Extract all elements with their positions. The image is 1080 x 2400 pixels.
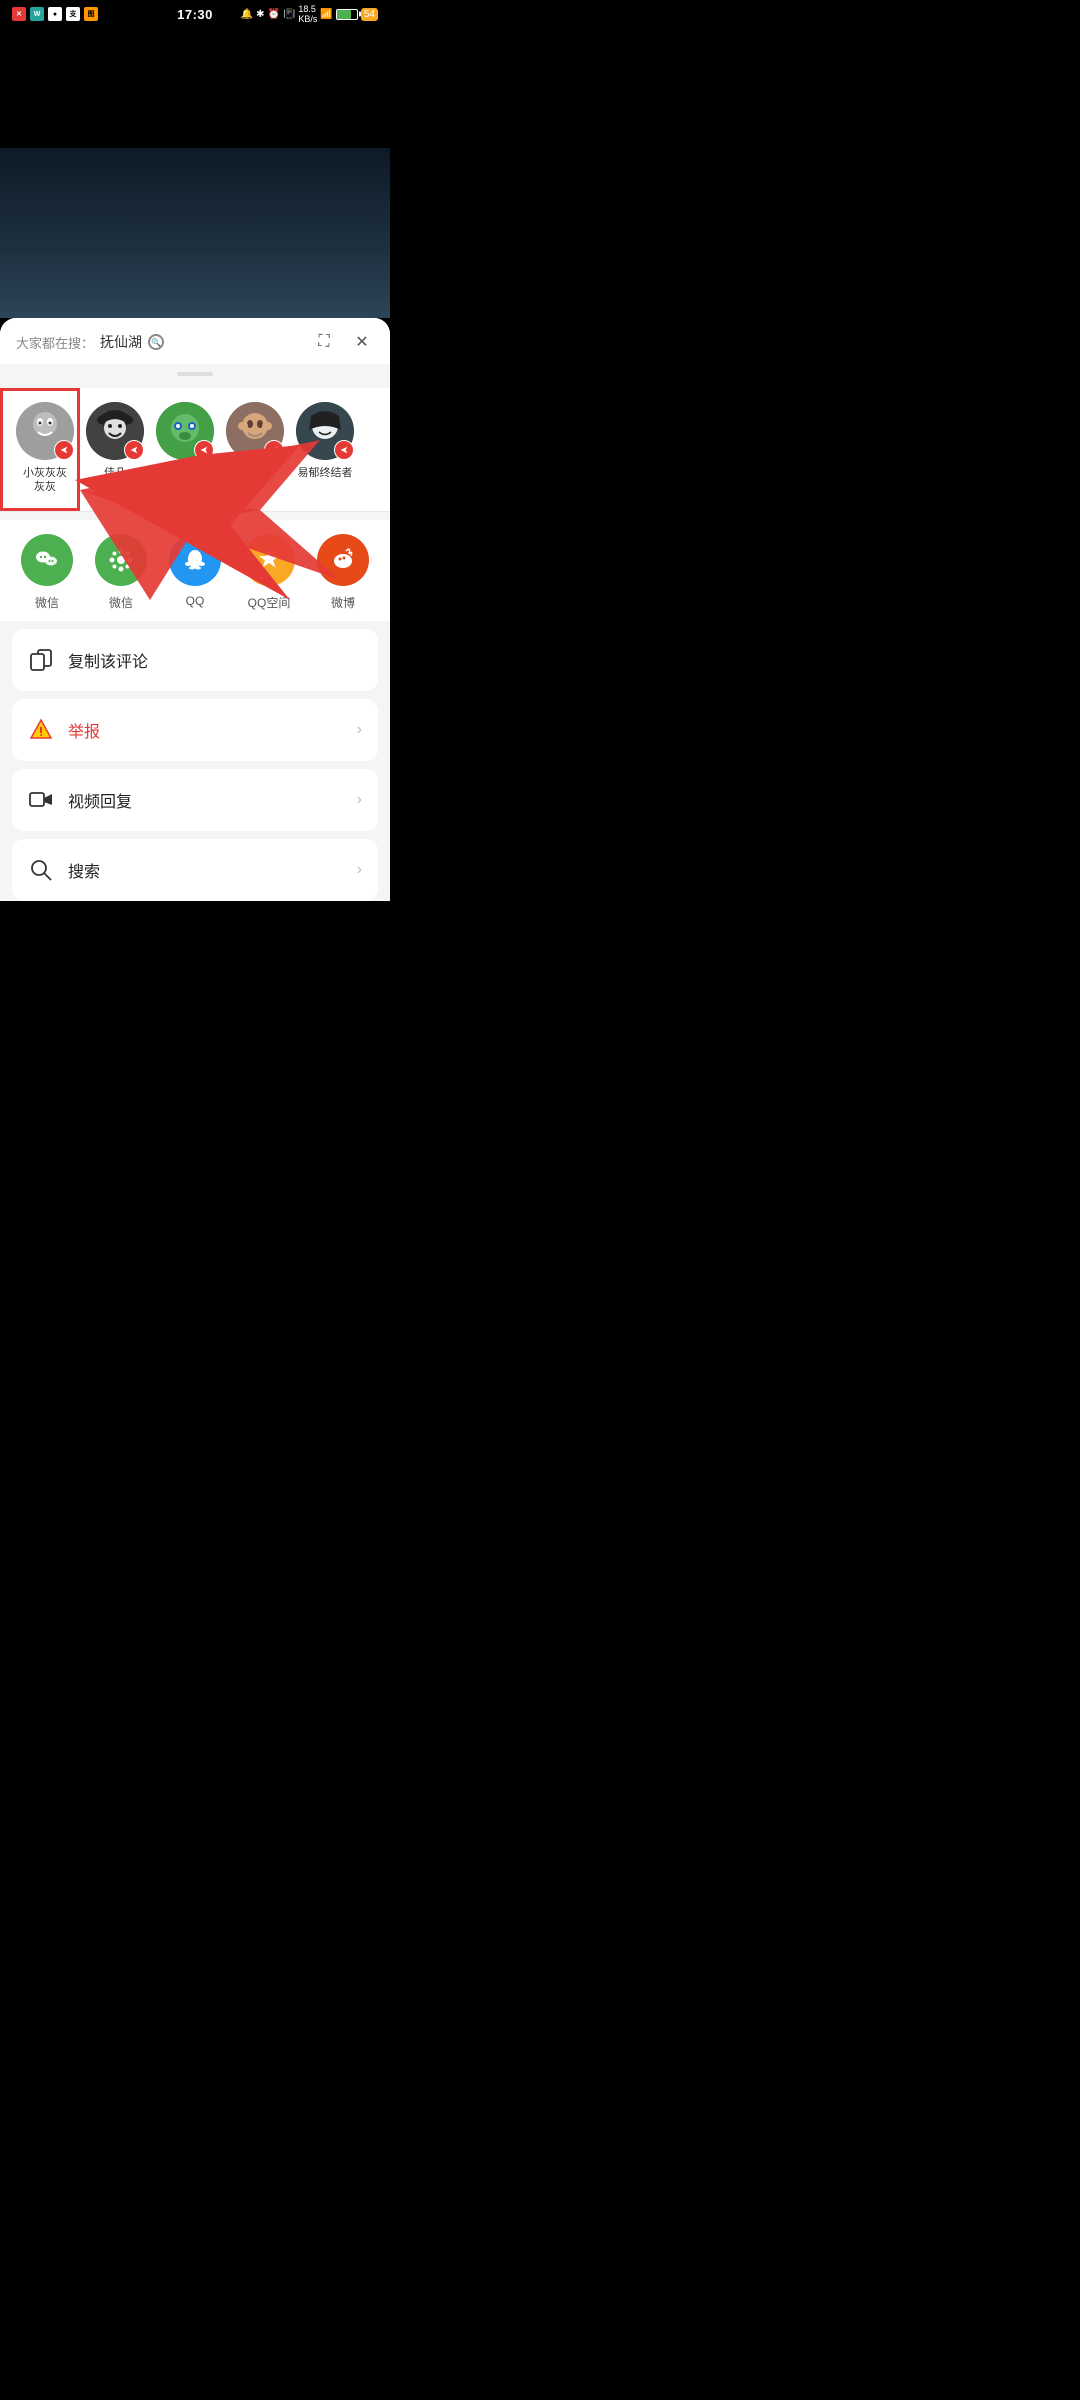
send-badge-1 (54, 440, 74, 460)
action-video-left: 视频回复 (28, 787, 132, 813)
contact-name-3: tpctu (173, 466, 197, 480)
search-label: 搜索 (68, 858, 100, 882)
qqzone-icon (243, 534, 295, 586)
action-search[interactable]: 搜索 › (12, 839, 378, 901)
app-label-wechat: 微信 (35, 594, 59, 611)
contacts-wrapper: 小灰灰灰灰灰 (0, 388, 390, 511)
wechat-icon: W (30, 7, 44, 21)
video-area (0, 28, 390, 318)
battery-fill (337, 10, 351, 19)
action-copy[interactable]: 复制该评论 (12, 629, 378, 691)
copy-icon (28, 647, 54, 673)
contact-avatar-1 (16, 402, 74, 460)
contact-avatar-2 (86, 402, 144, 460)
status-bar-right: 🔔 ✱ ⏰ 📳 18.5KB/s 📶 54 (241, 4, 378, 24)
contact-item-4[interactable]: 李y芸 (220, 402, 290, 495)
search-action-icon (28, 857, 54, 883)
notification-icon: ✕ (12, 7, 26, 21)
divider-1 (0, 511, 390, 512)
sheet-search-bar: 大家都在搜： 抚仙湖 🔍 ⛶ ✕ (0, 318, 390, 364)
apps-row: 微信 微信 (0, 520, 390, 621)
action-report[interactable]: 举报 › (12, 699, 378, 761)
contact-item-3[interactable]: tpctu (150, 402, 220, 495)
app-item-wechat[interactable]: 微信 (10, 534, 84, 611)
action-video-reply[interactable]: 视频回复 › (12, 769, 378, 831)
wechat-icon (21, 534, 73, 586)
contact-name-5: 易郁终结者 (298, 466, 353, 480)
battery-percent: 54 (361, 8, 378, 21)
moments-icon (95, 534, 147, 586)
contact-name-2: 佳几 (104, 466, 126, 480)
send-badge-5 (334, 440, 354, 460)
search-chevron: › (357, 861, 362, 879)
status-bar: ✕ W ● 支 图 17:30 🔔 ✱ ⏰ 📳 18.5KB/s 📶 54 (0, 0, 390, 28)
action-search-left: 搜索 (28, 857, 100, 883)
contact-item-1[interactable]: 小灰灰灰灰灰 (10, 402, 80, 495)
action-copy-left: 复制该评论 (28, 647, 148, 673)
video-icon (28, 787, 54, 813)
alarm-icon: ⏰ (268, 9, 280, 20)
action-report-left: 举报 (28, 717, 100, 743)
contact-item-2[interactable]: 佳几 (80, 402, 150, 495)
warning-icon (28, 717, 54, 743)
contact-name-1: 小灰灰灰灰灰 (23, 466, 67, 495)
action-list: 复制该评论 举报 › (0, 629, 390, 901)
status-bar-left: ✕ W ● 支 图 (12, 7, 98, 21)
video-dark-top (0, 28, 390, 148)
contact-item-5[interactable]: 易郁终结者 (290, 402, 360, 495)
record-icon: ● (48, 7, 62, 21)
app-label-qq: QQ (186, 594, 205, 608)
trending-term: 抚仙湖 (100, 332, 142, 352)
alipay-icon: 支 (66, 7, 80, 21)
drag-handle (177, 372, 213, 376)
app-item-weibo[interactable]: 微博 (306, 534, 380, 611)
app-item-qqzone[interactable]: QQ空间 (232, 534, 306, 611)
battery-indicator (336, 9, 358, 20)
trending-label: 大家都在搜： (16, 333, 94, 352)
report-label: 举报 (68, 718, 100, 742)
weibo-icon (317, 534, 369, 586)
expand-button[interactable]: ⛶ (312, 330, 336, 354)
app-label-moments: 微信 (109, 594, 133, 611)
app-label-qqzone: QQ空间 (248, 594, 291, 611)
video-reply-label: 视频回复 (68, 788, 132, 812)
report-chevron: › (357, 721, 362, 739)
send-badge-2 (124, 440, 144, 460)
video-reply-chevron: › (357, 791, 362, 809)
contacts-row: 小灰灰灰灰灰 (0, 388, 390, 511)
close-button[interactable]: ✕ (350, 330, 374, 354)
contact-name-4: 李y芸 (241, 466, 269, 480)
signal-icon: 🔔 (241, 9, 253, 20)
search-icon[interactable]: 🔍 (148, 334, 164, 350)
bottom-sheet: 大家都在搜： 抚仙湖 🔍 ⛶ ✕ (0, 318, 390, 901)
time-display: 17:30 (177, 7, 213, 22)
video-gradient (0, 148, 390, 318)
app-label-weibo: 微博 (331, 594, 355, 611)
vibrate-icon: 📳 (283, 9, 295, 20)
wifi-icon: 📶 (320, 9, 332, 20)
sheet-top-actions: ⛶ ✕ (312, 330, 374, 354)
send-badge-3 (194, 440, 214, 460)
copy-label: 复制该评论 (68, 648, 148, 672)
contact-avatar-5 (296, 402, 354, 460)
network-speed: 18.5KB/s (298, 4, 317, 24)
drag-handle-wrapper (0, 364, 390, 376)
app-item-moments[interactable]: 微信 (84, 534, 158, 611)
contact-avatar-3 (156, 402, 214, 460)
bluetooth-icon: ✱ (256, 9, 264, 20)
extra-icon: 图 (84, 7, 98, 21)
contact-avatar-4 (226, 402, 284, 460)
qq-icon (169, 534, 221, 586)
send-badge-4 (264, 440, 284, 460)
app-item-qq[interactable]: QQ (158, 534, 232, 611)
search-trending: 大家都在搜： 抚仙湖 🔍 (16, 332, 164, 352)
